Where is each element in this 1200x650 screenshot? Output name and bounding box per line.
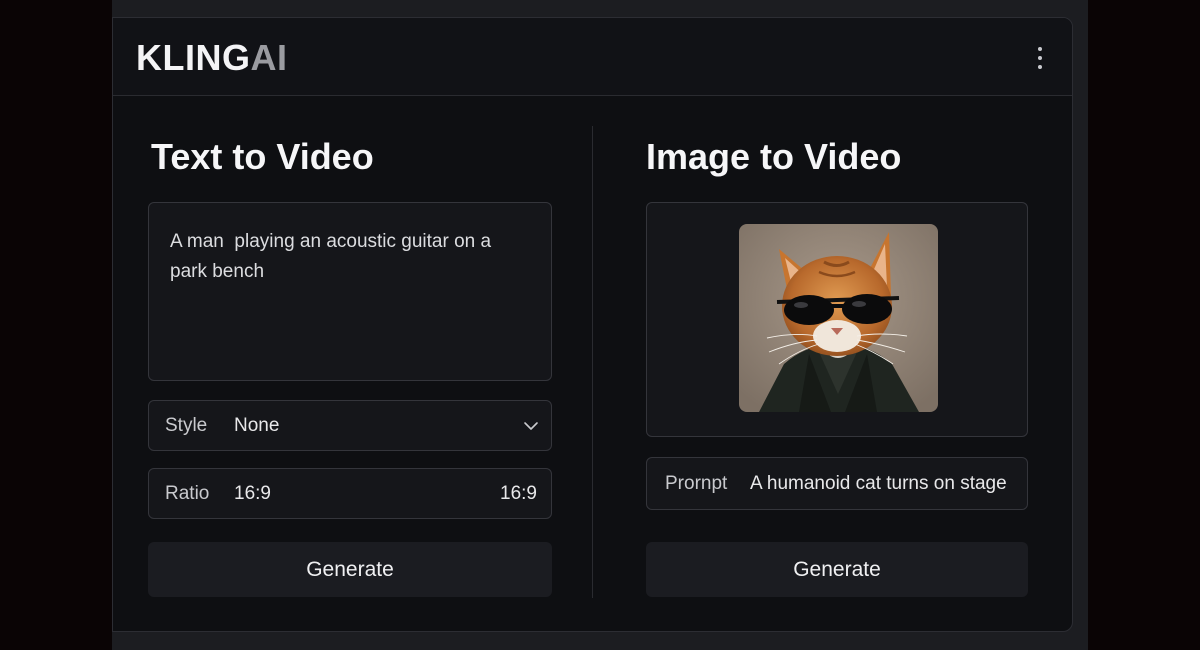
image-prompt-value: A humanoid cat turns on stage	[750, 472, 1007, 494]
chevron-down-icon	[524, 421, 538, 430]
logo-accent-text: AI	[250, 37, 288, 78]
style-value: None	[234, 414, 280, 436]
app-window: KLINGAI Text to Video A man playing an a…	[112, 17, 1073, 632]
kling-ai-logo[interactable]: KLINGAI	[136, 37, 288, 79]
ratio-value: 16:9	[234, 482, 271, 504]
logo-main-text: KLING	[136, 37, 251, 78]
text-to-video-generate-button[interactable]: Generate	[148, 542, 552, 597]
cat-with-sunglasses-image	[739, 224, 938, 412]
ratio-selected-value: 16:9	[500, 482, 537, 504]
text-to-video-title: Text to Video	[151, 136, 374, 177]
text-prompt-input[interactable]: A man playing an acoustic guitar on a pa…	[148, 202, 552, 381]
style-dropdown[interactable]: Style None	[148, 400, 552, 451]
style-label: Style	[165, 414, 208, 436]
text-prompt-value: A man playing an acoustic guitar on a pa…	[170, 231, 497, 282]
image-to-video-generate-button[interactable]: Generate	[646, 542, 1028, 597]
ratio-label: Ratio	[165, 482, 210, 504]
top-bar: KLINGAI	[113, 18, 1072, 96]
vertical-ellipsis-icon	[1038, 47, 1042, 51]
image-upload-area[interactable]	[646, 202, 1028, 437]
prompt-label: Prornpt	[665, 472, 728, 494]
image-to-video-title: Image to Video	[646, 136, 902, 177]
more-menu-button[interactable]	[1028, 42, 1052, 74]
column-divider	[592, 126, 593, 598]
ratio-field[interactable]: Ratio 16:9 16:9	[148, 468, 552, 519]
image-prompt-field[interactable]: Prornpt A humanoid cat turns on stage	[646, 457, 1028, 510]
